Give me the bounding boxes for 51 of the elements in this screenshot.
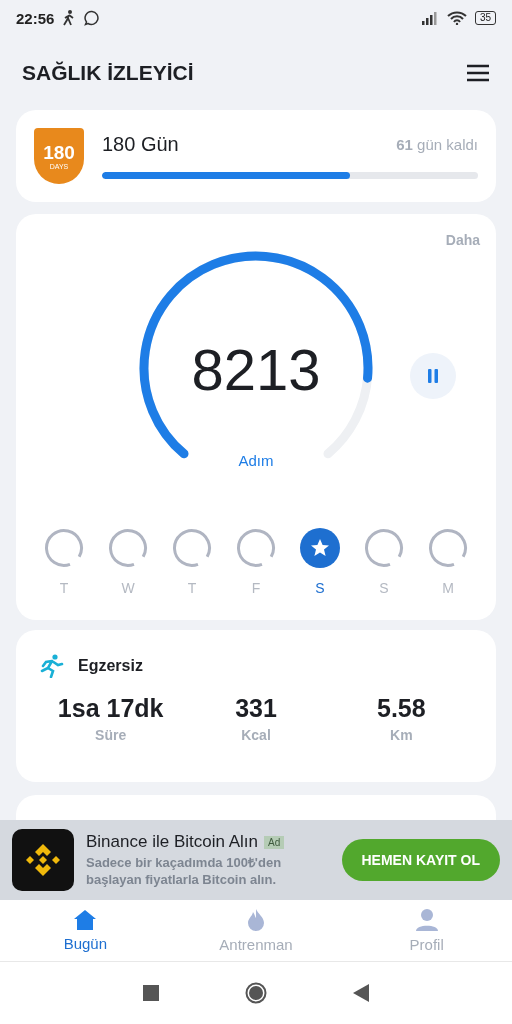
stat-value: 331 — [235, 694, 277, 723]
day-label: T — [187, 580, 197, 596]
days-remaining: 61 gün kaldı — [396, 136, 478, 153]
chat-bubble-icon — [84, 10, 101, 26]
more-link[interactable]: Daha — [445, 232, 480, 248]
wifi-icon — [446, 11, 467, 25]
stat-label: Km — [390, 727, 413, 743]
nav-tab[interactable]: Bugün — [0, 900, 171, 961]
day-label: S — [315, 580, 325, 596]
day-label: S — [379, 580, 389, 596]
stat-label: Süre — [95, 727, 127, 743]
clock-time: 22:56 — [16, 9, 55, 27]
flame-icon — [246, 908, 266, 932]
day-label: W — [121, 580, 135, 596]
menu-icon — [466, 63, 490, 83]
stat-value: 1sa 17dk — [57, 694, 164, 723]
day-progress-ring[interactable] — [364, 528, 404, 568]
signal-icon — [420, 11, 439, 25]
stat-value: 5.58 — [377, 694, 426, 723]
day-progress-ring[interactable] — [108, 528, 148, 568]
day-progress-ring[interactable] — [428, 528, 468, 568]
day-label: M — [442, 580, 454, 596]
goal-title: 180 Gün — [102, 133, 180, 156]
pause-icon — [427, 368, 439, 384]
ad-text: Sadece bir kaçadımda 100₺'den başlayan fiyatlarla Bitcoin alın. — [86, 854, 283, 888]
person-icon — [414, 908, 439, 932]
day-progress-ring[interactable] — [44, 528, 84, 568]
exercise-title: Egzersiz — [78, 657, 143, 675]
menu-button[interactable] — [466, 63, 490, 83]
running-icon — [38, 654, 64, 678]
back-icon[interactable] — [353, 984, 369, 1002]
home-circle-icon[interactable] — [245, 982, 267, 1004]
ad-banner[interactable]: Binance ile Bitcoin Alın Ad Sadece bir kaçadımda 100₺'den başlayan fiyatlarla Bitcoin alın. HEMEN KAYIT OL — [0, 820, 512, 900]
ad-badge: Ad — [264, 835, 285, 849]
nav-tab[interactable]: Antrenman — [170, 900, 342, 961]
day-label: T — [59, 580, 69, 596]
star-badge-icon[interactable] — [300, 528, 340, 568]
step-count: 8213 — [191, 336, 321, 403]
pause-button[interactable] — [410, 353, 456, 399]
day-label: F — [251, 580, 261, 596]
app-title: SAĞLIK İZLEYİCİ — [22, 61, 195, 85]
step-label: Adım — [238, 452, 274, 469]
stat-label: Kcal — [241, 727, 271, 743]
badge-number: 180 — [43, 142, 75, 163]
battery-indicator: 35 — [474, 11, 496, 25]
nav-tab[interactable]: Profil — [341, 900, 512, 961]
day-progress-ring[interactable] — [236, 528, 276, 568]
ad-title: Binance ile Bitcoin Alın — [86, 832, 258, 852]
signup-button[interactable]: HEMEN KAYIT OL — [341, 839, 500, 881]
day-progress-ring[interactable] — [172, 528, 212, 568]
home-icon — [73, 909, 98, 931]
